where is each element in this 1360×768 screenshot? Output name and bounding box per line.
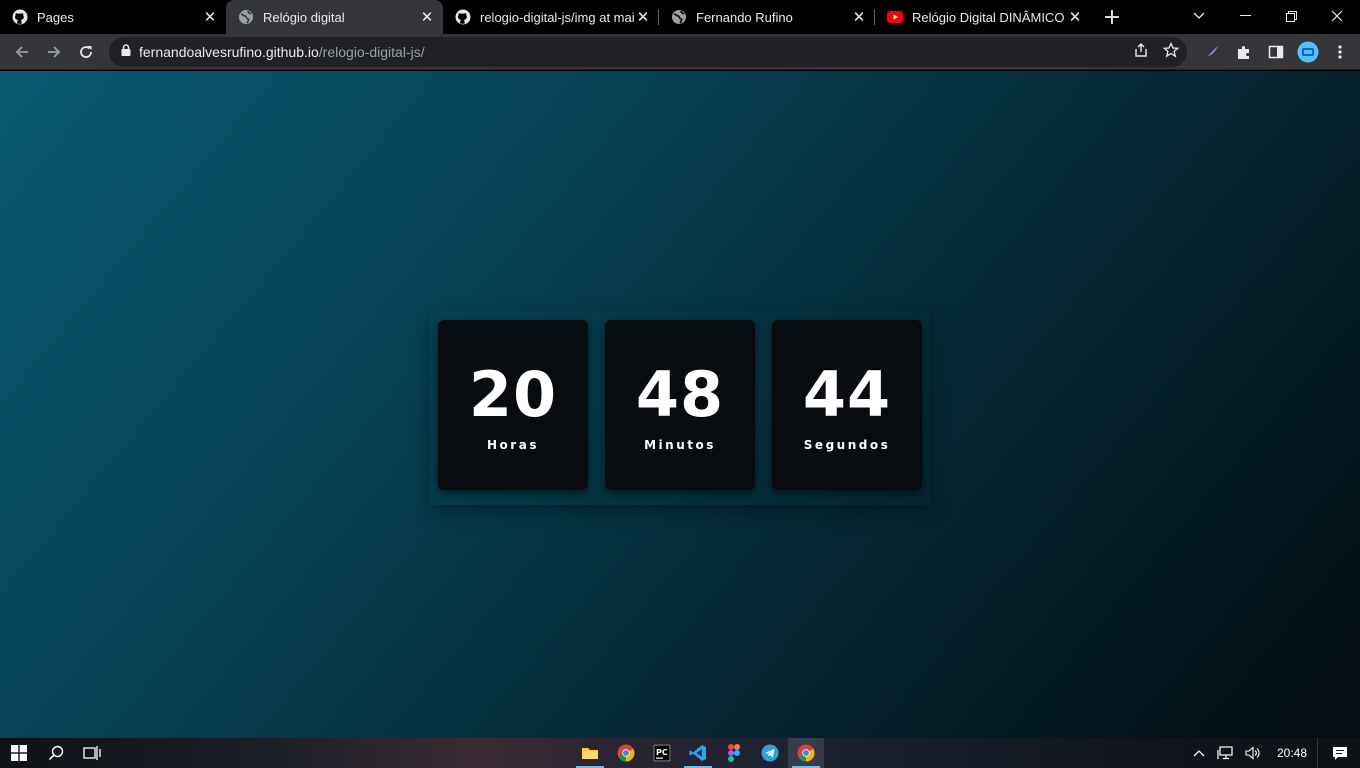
start-button[interactable]	[0, 738, 38, 768]
tab-title: Relógio digital	[263, 9, 345, 25]
volume-icon[interactable]	[1239, 738, 1267, 768]
taskbar-figma[interactable]	[716, 738, 752, 768]
github-icon	[12, 9, 28, 25]
windows-logo-icon	[11, 745, 27, 761]
more-menu-icon[interactable]	[1324, 36, 1356, 68]
bookmark-star-icon[interactable]	[1162, 41, 1180, 63]
close-icon[interactable]: ✕	[419, 8, 435, 26]
chrome-icon	[797, 744, 815, 762]
url-host: fernandoalvesrufino.github.io	[139, 44, 319, 60]
hours-card: 20 Horas	[438, 320, 588, 490]
search-icon	[48, 745, 64, 761]
page-viewport: 20 Horas 48 Minutos 44 Segundos	[0, 71, 1360, 738]
arrow-left-icon	[15, 45, 28, 58]
tab-title: Pages	[37, 9, 74, 25]
close-icon[interactable]: ✕	[1067, 8, 1083, 26]
reload-button[interactable]	[70, 36, 102, 68]
side-panel-icon[interactable]	[1260, 36, 1292, 68]
minutes-label: Minutos	[644, 438, 716, 452]
telegram-icon	[761, 744, 779, 762]
seconds-label: Segundos	[803, 438, 891, 452]
show-hidden-icons-button[interactable]	[1187, 738, 1211, 768]
profile-avatar[interactable]	[1292, 36, 1324, 68]
new-tab-button[interactable]: +	[1095, 0, 1129, 34]
clock-time[interactable]: 20:48	[1267, 738, 1317, 768]
figma-icon	[728, 744, 740, 762]
task-view-button[interactable]	[74, 738, 110, 768]
restore-icon	[1285, 10, 1297, 22]
close-icon	[1331, 10, 1343, 22]
close-icon[interactable]: ✕	[635, 8, 651, 26]
notification-icon	[1333, 746, 1347, 760]
notifications-button[interactable]	[1317, 738, 1360, 768]
search-button[interactable]	[38, 738, 74, 768]
network-icon[interactable]	[1211, 738, 1239, 768]
folder-icon	[582, 748, 598, 759]
share-icon[interactable]	[1133, 42, 1149, 63]
window-controls	[1222, 0, 1360, 34]
url-path: /relogio-digital-js/	[318, 44, 425, 60]
tab-pages[interactable]: Pages ✕	[0, 0, 226, 34]
pycharm-icon: PC	[653, 744, 671, 762]
tab-relogio-digital[interactable]: Relógio digital ✕	[226, 0, 443, 34]
tab-search-button[interactable]	[1186, 0, 1212, 32]
close-window-button[interactable]	[1314, 0, 1360, 32]
chrome-icon	[617, 744, 635, 762]
address-bar[interactable]: fernandoalvesrufino.github.io/relogio-di…	[109, 37, 1187, 67]
svg-text:PC: PC	[656, 748, 668, 757]
tab-youtube[interactable]: Relógio Digital DINÂMICO | H ✕	[875, 0, 1091, 34]
tab-fernando-rufino[interactable]: Fernando Rufino ✕	[659, 0, 875, 34]
reload-icon	[80, 45, 92, 58]
youtube-icon	[887, 9, 903, 25]
browser-toolbar: fernandoalvesrufino.github.io/relogio-di…	[0, 34, 1360, 70]
digital-clock: 20 Horas 48 Minutos 44 Segundos	[430, 311, 930, 505]
chevron-up-icon	[1193, 750, 1205, 757]
toolbar-extensions	[1196, 34, 1356, 70]
forward-button[interactable]	[38, 36, 70, 68]
vscode-icon	[689, 745, 706, 761]
system-tray: 20:48	[1187, 738, 1360, 768]
task-view-icon	[83, 746, 101, 760]
github-icon	[455, 9, 471, 25]
taskbar-telegram[interactable]	[752, 738, 788, 768]
lock-icon[interactable]	[121, 43, 131, 61]
minutes-value: 48	[635, 358, 725, 431]
minimize-button[interactable]	[1222, 0, 1268, 32]
windows-taskbar: PC 20:48	[0, 738, 1360, 768]
minimize-icon	[1239, 15, 1251, 16]
tab-title: Relógio Digital DINÂMICO | H	[912, 9, 1067, 25]
feather-extension-icon[interactable]	[1196, 36, 1228, 68]
taskbar-pycharm[interactable]: PC	[644, 738, 680, 768]
restore-button[interactable]	[1268, 0, 1314, 32]
seconds-value: 44	[802, 358, 892, 431]
hours-value: 20	[468, 358, 558, 431]
arrow-right-icon	[48, 45, 61, 58]
url-text: fernandoalvesrufino.github.io/relogio-di…	[139, 44, 425, 60]
globe-icon	[671, 9, 687, 25]
seconds-card: 44 Segundos	[772, 320, 922, 490]
globe-icon	[238, 9, 254, 25]
taskbar-file-explorer[interactable]	[572, 738, 608, 768]
taskbar-chrome[interactable]	[608, 738, 644, 768]
puzzle-extensions-icon[interactable]	[1228, 36, 1260, 68]
tab-title: Fernando Rufino	[696, 9, 793, 25]
taskbar-chrome-active[interactable]	[788, 738, 824, 768]
chevron-down-icon	[1193, 12, 1205, 19]
close-icon[interactable]: ✕	[851, 8, 867, 26]
hours-label: Horas	[487, 438, 539, 452]
tab-github-repo[interactable]: relogio-digital-js/img at mai ✕	[443, 0, 659, 34]
tab-strip: Pages ✕ Relógio digital ✕ relogio-digita…	[0, 0, 1360, 34]
close-icon[interactable]: ✕	[202, 8, 218, 26]
back-button[interactable]	[6, 36, 38, 68]
tab-title: relogio-digital-js/img at mai	[480, 9, 635, 25]
taskbar-vscode[interactable]	[680, 738, 716, 768]
minutes-card: 48 Minutos	[605, 320, 755, 490]
